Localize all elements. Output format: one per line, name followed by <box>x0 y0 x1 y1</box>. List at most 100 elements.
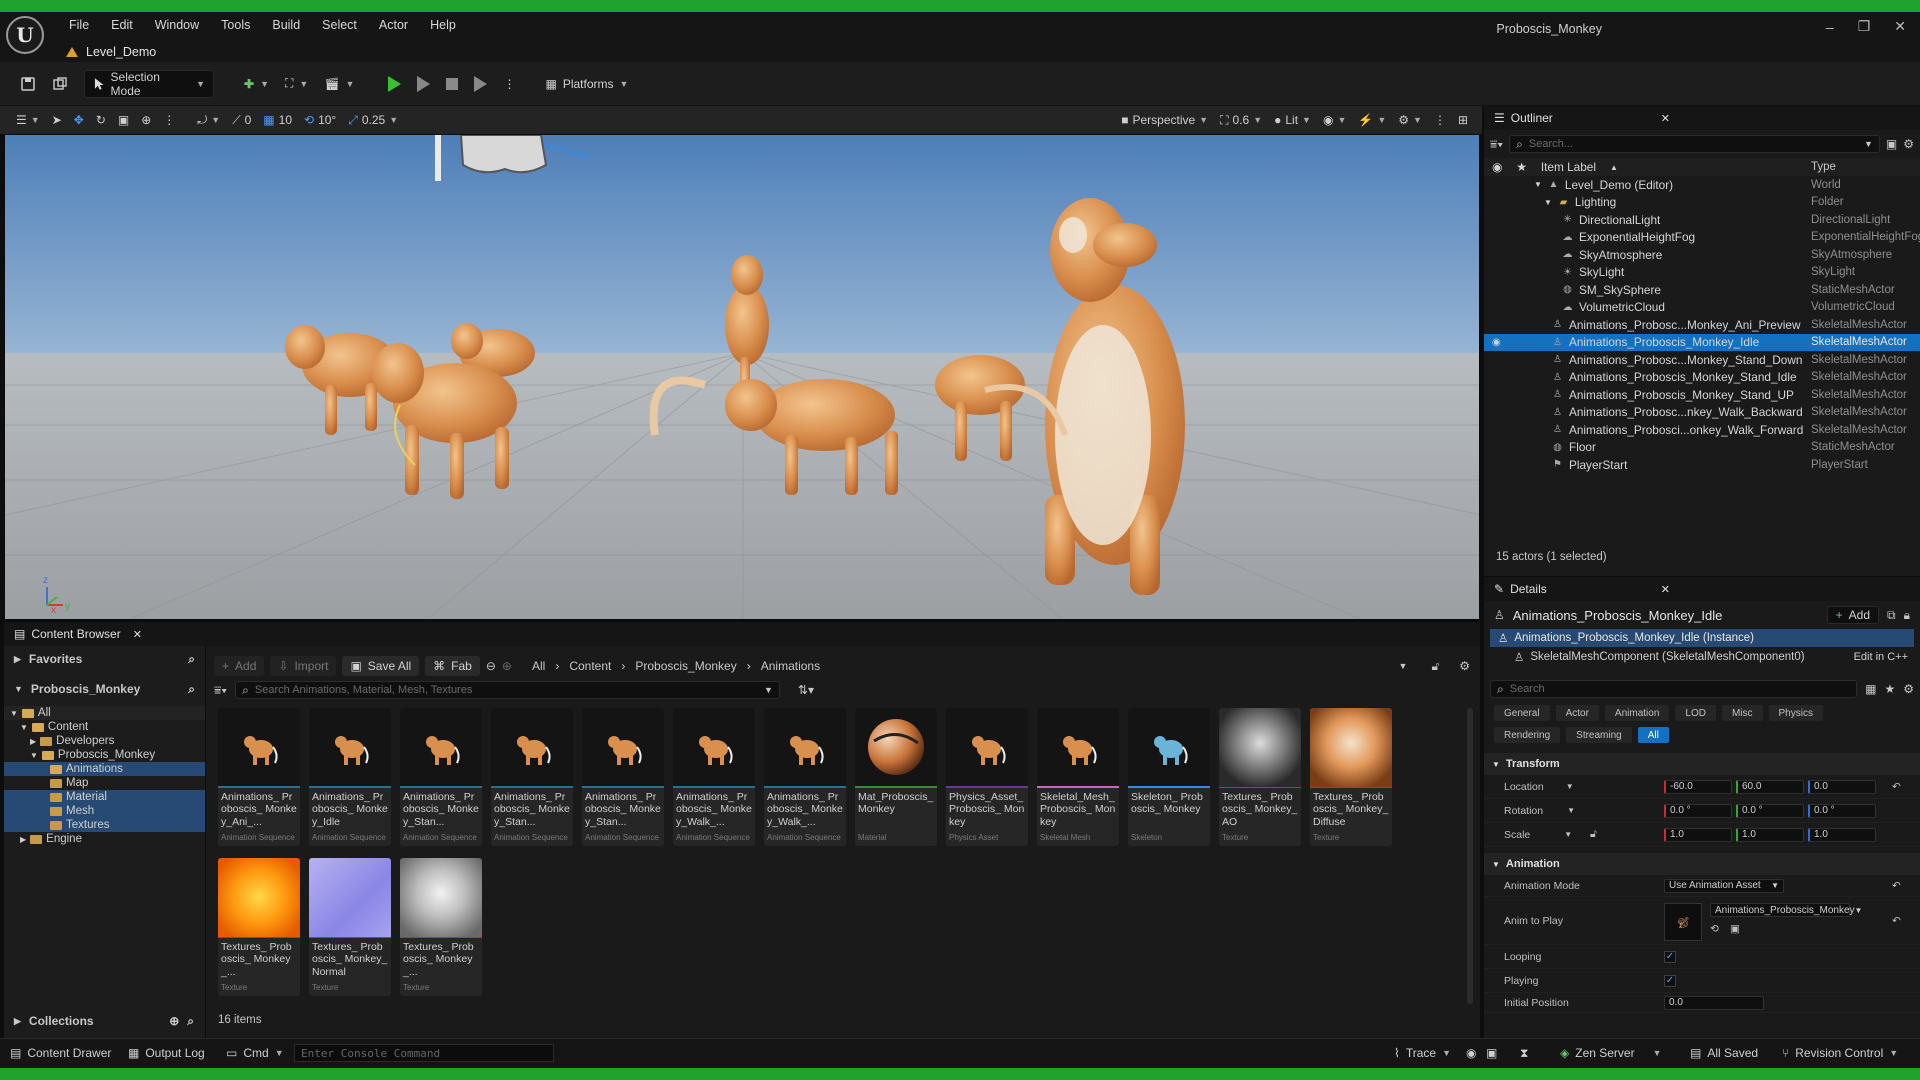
animation-section[interactable]: ▼ Animation <box>1484 853 1920 875</box>
browse-asset-icon[interactable]: ⟲ <box>1710 923 1719 935</box>
outliner-row[interactable]: ♙ Animations_Probosc...nkey_Walk_Backward… <box>1484 404 1920 422</box>
cb-search-input[interactable]: ⌕ Search Animations, Material, Mesh, Tex… <box>235 681 780 699</box>
rotation-z-field[interactable]: 0.0 ° <box>1808 803 1876 818</box>
edit-in-cpp-link[interactable]: Edit in C++ <box>1854 651 1908 663</box>
asset-tile[interactable]: Skeleton_ Proboscis_ Monkey Skeleton <box>1128 708 1210 846</box>
rotation-dropdown[interactable]: Rotation ▼ <box>1504 805 1575 817</box>
stop-button[interactable] <box>438 70 466 98</box>
restore-icon[interactable]: ❐ <box>1858 18 1871 35</box>
platforms-button[interactable]: ▦ Platforms ▼ <box>537 70 636 98</box>
fab-button[interactable]: ⌘ Fab <box>425 656 480 676</box>
scale-snap[interactable]: ⤢ 0.25 ▼ <box>342 113 404 128</box>
anim-thumbnail[interactable]: 🐒︎ <box>1664 903 1702 941</box>
content-browser-tab[interactable]: ▤ Content Browser ✕ <box>4 622 1480 646</box>
asset-tile[interactable]: Textures_ Proboscis_ Monkey_Diffuse Textu… <box>1310 708 1392 846</box>
trace-dropdown[interactable]: ⌇ Trace ▼ <box>1394 1046 1451 1060</box>
asset-tile[interactable]: Animations_ Proboscis_ Monkey_Stan... Ani… <box>582 708 664 846</box>
outliner-row[interactable]: ▼ ▰ Lighting Folder <box>1484 194 1920 212</box>
blueprint-button[interactable]: ⛶ ▼ <box>277 70 316 98</box>
asset-tile[interactable]: Mat_Proboscis_ Monkey Material <box>855 708 937 846</box>
surface-snap-icon[interactable]: ⋮ <box>157 113 181 127</box>
close-outliner-icon[interactable]: ✕ <box>1661 112 1670 125</box>
zen-server-dropdown[interactable]: ◈ Zen Server ▼ <box>1560 1046 1662 1060</box>
rotation-y-field[interactable]: 0.0 ° <box>1736 803 1804 818</box>
play-options-icon[interactable]: ⋮ <box>495 70 523 98</box>
details-settings-icon[interactable]: ⚙ <box>1903 682 1914 696</box>
eject-button[interactable] <box>466 70 495 98</box>
favorites-section[interactable]: ▶ Favorites ⌕ <box>4 646 205 672</box>
filter-streaming[interactable]: Streaming <box>1566 727 1632 743</box>
visibility-header-icon[interactable]: ◉ <box>1492 160 1502 174</box>
output-log-button[interactable]: ▦ Output Log <box>128 1046 205 1060</box>
actor-name[interactable]: Animations_Proboscis_Monkey_Idle <box>1513 608 1723 623</box>
minimize-icon[interactable]: – <box>1826 19 1834 35</box>
menu-actor[interactable]: Actor <box>368 18 419 32</box>
close-details-icon[interactable]: ✕ <box>1661 583 1670 596</box>
looping-checkbox[interactable]: ✓ <box>1664 950 1676 963</box>
initial-position-field[interactable]: 0.0 <box>1664 995 1764 1010</box>
import-button[interactable]: ⇩ Import <box>270 656 337 676</box>
translate-tool-icon[interactable]: ✥ <box>68 113 90 127</box>
outliner-row[interactable]: ♙ Animations_Proboscis_Monkey_Stand_UP Ske… <box>1484 386 1920 404</box>
cinematics-button[interactable]: 🎬︎ ▼ <box>316 70 362 98</box>
browse-content-icon[interactable] <box>44 70 76 98</box>
cb-add-button[interactable]: + Add <box>214 656 265 676</box>
outliner-row[interactable]: ♙ Animations_Proboscis_Monkey_Stand_Idle S… <box>1484 369 1920 387</box>
pin-header-icon[interactable]: ★ <box>1516 160 1527 174</box>
add-actor-button[interactable]: ✚ ▼ <box>236 70 277 98</box>
step-button[interactable] <box>409 70 438 98</box>
location-z-field[interactable]: 0.0 <box>1808 779 1876 794</box>
filter-rendering[interactable]: Rendering <box>1494 727 1561 743</box>
close-window-icon[interactable]: ✕ <box>1894 18 1906 35</box>
scale-z-field[interactable]: 1.0 <box>1808 827 1876 842</box>
blueprint-add-icon[interactable]: ⧉ <box>1887 608 1896 623</box>
transform-section[interactable]: ▼ Transform <box>1484 753 1920 775</box>
filter-physics[interactable]: Physics <box>1768 705 1823 721</box>
tree-textures[interactable]: Textures <box>4 818 205 832</box>
asset-tile[interactable]: Animations_ Proboscis_ Monkey_Ani_... Ani… <box>218 708 300 846</box>
asset-tile[interactable]: Textures_ Proboscis_ Monkey_Normal Textur… <box>309 858 391 996</box>
visibility-eye-icon[interactable]: ◉ <box>1492 337 1501 348</box>
viewport-layout-icon[interactable]: ⊞ <box>1452 113 1474 127</box>
favorite-star-icon[interactable]: ★ <box>1884 682 1895 696</box>
rotation-x-field[interactable]: 0.0 ° <box>1664 803 1732 818</box>
details-tab[interactable]: ✎ Details ✕ <box>1484 577 1920 601</box>
world-space-icon[interactable]: ⊕ <box>135 113 157 127</box>
project-section[interactable]: ▼ Proboscis_Monkey ⌕ <box>4 676 205 702</box>
asset-tile[interactable]: Animations_ Proboscis_ Monkey_Idle Animat… <box>309 708 391 846</box>
outliner-row[interactable]: ◉ ♙ Animations_Proboscis_Monkey_Idle Skelet… <box>1484 333 1920 351</box>
tree-all[interactable]: ▼ All <box>4 706 205 720</box>
viewport-more-icon[interactable]: ⋮ <box>1428 113 1452 127</box>
menu-edit[interactable]: Edit <box>100 18 144 32</box>
asset-tile[interactable]: Textures_ Proboscis_ Monkey_... Texture <box>400 858 482 996</box>
all-saved-button[interactable]: ▤ All Saved <box>1690 1046 1758 1060</box>
expand-arrow-icon[interactable]: ▼ <box>1544 198 1552 207</box>
menu-help[interactable]: Help <box>419 18 467 32</box>
reset-location-icon[interactable]: ↶ <box>1892 781 1901 793</box>
tree-material[interactable]: Material <box>4 790 205 804</box>
record-icon[interactable]: ◉ <box>1466 1046 1476 1060</box>
surface-snapping[interactable]: ⟋ 0 <box>226 113 257 128</box>
menu-build[interactable]: Build <box>261 18 311 32</box>
outliner-row[interactable]: ♙ Animations_Probosci...onkey_Walk_Forwar… <box>1484 421 1920 439</box>
outliner-search-input[interactable]: ⌕ Search... ▼ <box>1509 135 1880 153</box>
filter-icon[interactable]: ⩸▾ <box>1490 137 1503 152</box>
location-dropdown[interactable]: Location ▼ <box>1504 781 1574 793</box>
item-label-header[interactable]: Item Label <box>1541 160 1596 174</box>
component-row[interactable]: ♙ SkeletalMeshComponent (SkeletalMeshComp… <box>1484 647 1920 667</box>
crumb-animations[interactable]: Animations <box>761 659 820 673</box>
details-search-input[interactable]: ⌕ Search <box>1490 680 1858 698</box>
outliner-row[interactable]: ◍ SM_SkySphere StaticMeshActor <box>1484 281 1920 299</box>
tree-content[interactable]: ▼ Content <box>4 720 205 734</box>
history-forward-icon[interactable]: ⊕ <box>502 659 512 673</box>
select-tool-icon[interactable]: ➤ <box>46 113 68 127</box>
filter-lod[interactable]: LOD <box>1675 705 1716 721</box>
tree-developers[interactable]: ▶ Developers <box>4 734 205 748</box>
perspective-dropdown[interactable]: ■ Perspective ▼ <box>1115 113 1214 127</box>
add-folder-icon[interactable]: ▣ <box>1886 137 1897 151</box>
animation-mode-dropdown[interactable]: Use Animation Asset ▼ <box>1664 878 1784 893</box>
outliner-row[interactable]: ☁ ExponentialHeightFog ExponentialHeightFo… <box>1484 229 1920 247</box>
viewport-menu-icon[interactable]: ☰ ▼ <box>10 113 46 127</box>
collections-search-icon[interactable]: ⌕ <box>187 1014 194 1029</box>
asset-tile[interactable]: Animations_ Proboscis_ Monkey_Stan... Ani… <box>491 708 573 846</box>
